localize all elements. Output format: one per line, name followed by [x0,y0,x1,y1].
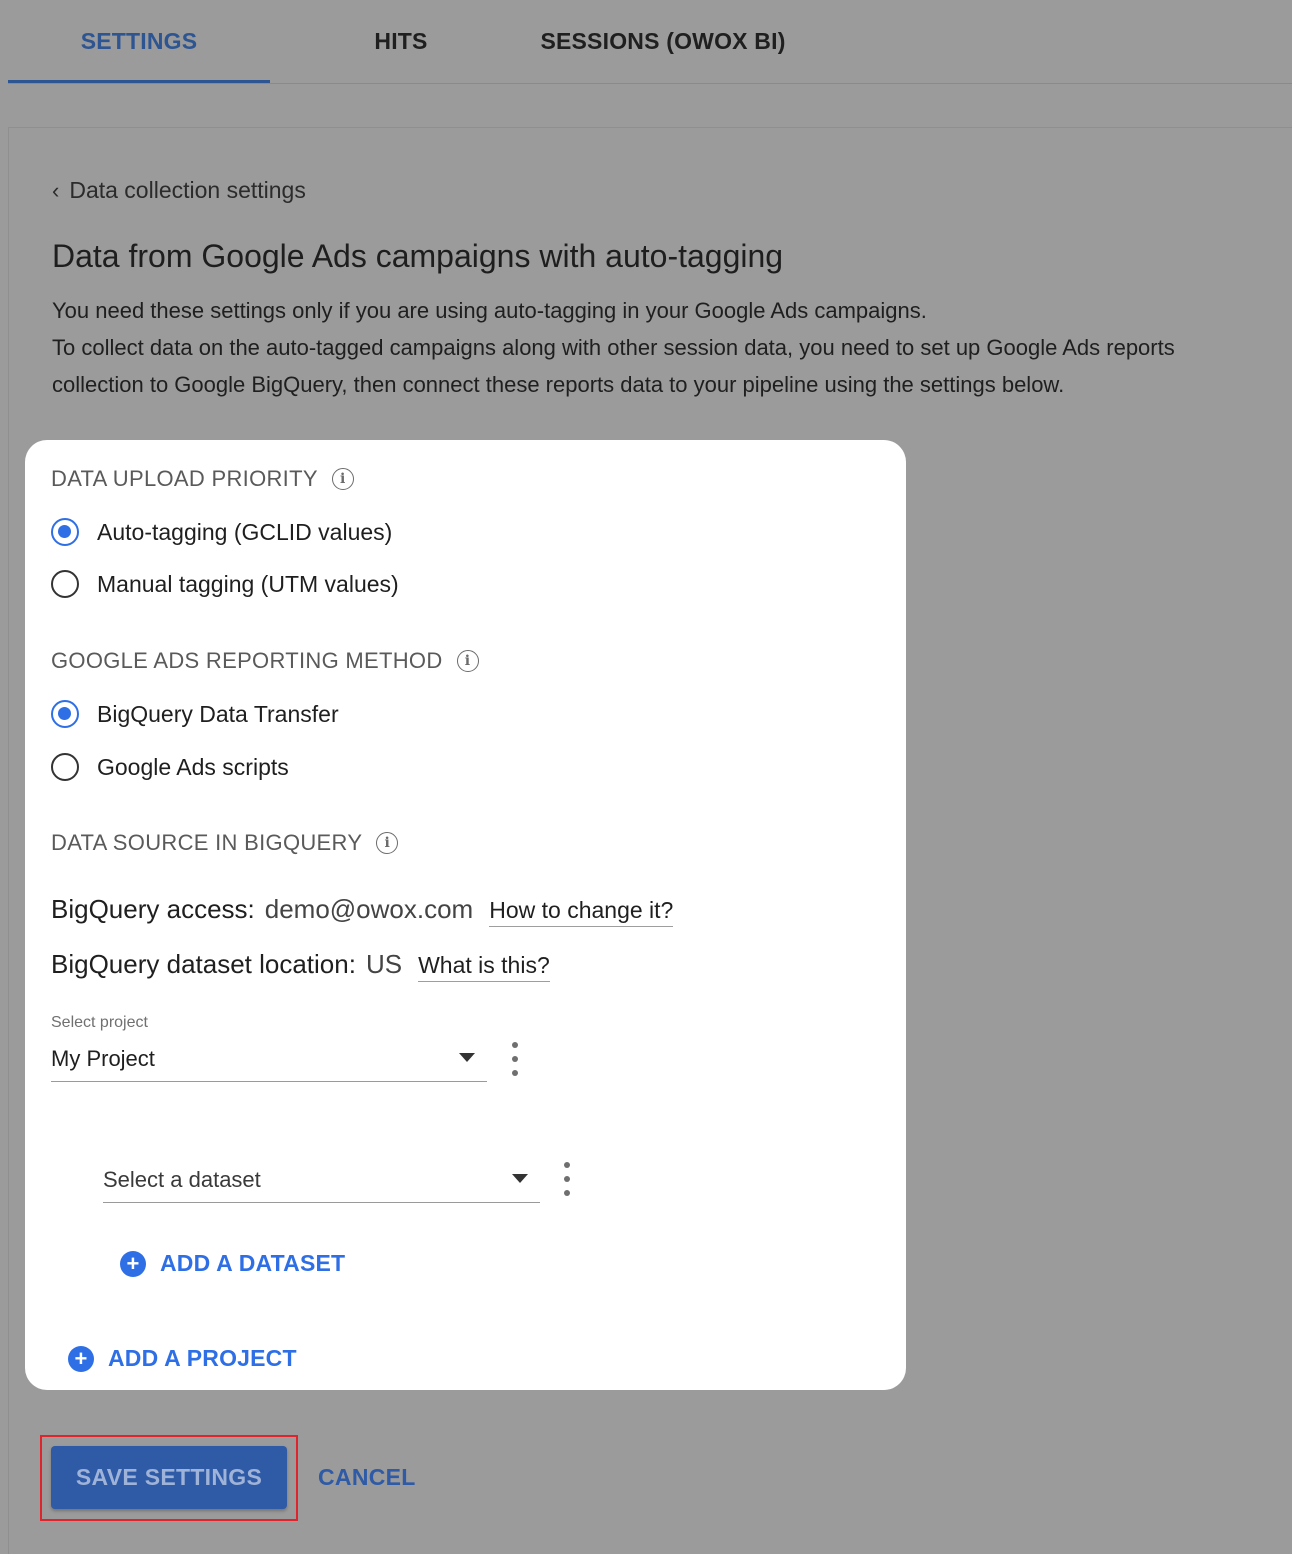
save-settings-button[interactable]: SAVE SETTINGS [51,1446,287,1509]
radio-manual-tagging[interactable]: Manual tagging (UTM values) [51,570,399,598]
project-select-value: My Project [51,1045,155,1071]
description-line-1: You need these settings only if you are … [52,298,927,323]
bigquery-access-value: demo@owox.com [264,894,474,924]
dropdown-arrow-icon [459,1053,475,1062]
dataset-location-value: US [365,949,403,979]
radio-unchecked-icon[interactable] [51,570,79,598]
description-line-2: To collect data on the auto-tagged campa… [52,335,1175,397]
radio-label: Manual tagging (UTM values) [97,570,399,597]
what-is-this-link[interactable]: What is this? [418,952,550,982]
radio-checked-icon[interactable] [51,700,79,728]
tab-sessions[interactable]: SESSIONS (OWOX BI) [532,0,794,82]
cancel-button[interactable]: CANCEL [318,1446,416,1509]
radio-auto-tagging[interactable]: Auto-tagging (GCLID values) [51,518,392,546]
add-project-label: ADD A PROJECT [108,1345,297,1371]
dataset-location-label: BigQuery dataset location: [51,949,356,979]
info-icon[interactable]: i [331,468,354,490]
dataset-select[interactable]: Select a dataset [103,1157,540,1203]
radio-google-ads-scripts[interactable]: Google Ads scripts [51,753,289,781]
radio-label: BigQuery Data Transfer [97,700,339,727]
dataset-select-placeholder: Select a dataset [103,1166,261,1192]
radio-label: Auto-tagging (GCLID values) [97,518,393,545]
settings-card: DATA UPLOAD PRIORITY i Auto-tagging (GCL… [25,440,906,1390]
breadcrumb-label: Data collection settings [69,177,306,203]
section-upload-priority: DATA UPLOAD PRIORITY i [51,466,354,492]
select-project-caption: Select project [51,1014,148,1031]
add-project-button[interactable]: + ADD A PROJECT [68,1345,297,1372]
active-tab-indicator [8,80,270,83]
section-reporting-method: GOOGLE ADS REPORTING METHOD i [51,648,479,674]
bigquery-access-label: BigQuery access: [51,894,255,924]
add-dataset-label: ADD A DATASET [160,1250,346,1276]
how-to-change-link[interactable]: How to change it? [489,897,674,927]
dataset-location-line: BigQuery dataset location: US What is th… [51,949,550,982]
plus-circle-icon: + [120,1250,146,1277]
tab-settings[interactable]: SETTINGS [8,0,270,82]
page-description: You need these settings only if you are … [52,292,1262,403]
project-select[interactable]: My Project [51,1036,487,1082]
section-label-reporting-method: GOOGLE ADS REPORTING METHOD [51,648,443,673]
plus-circle-icon: + [68,1345,94,1372]
project-more-icon[interactable] [509,1042,521,1076]
bigquery-access-line: BigQuery access: demo@owox.com How to ch… [51,894,674,927]
radio-unchecked-icon[interactable] [51,753,79,781]
radio-checked-icon[interactable] [51,518,79,546]
section-data-source: DATA SOURCE IN BIGQUERY i [51,830,399,856]
tab-bar: SETTINGS HITS SESSIONS (OWOX BI) [8,0,1292,84]
section-label-data-source: DATA SOURCE IN BIGQUERY [51,830,363,855]
chevron-left-icon: ‹ [52,177,60,203]
dropdown-arrow-icon [512,1174,528,1183]
info-icon[interactable]: i [376,832,399,854]
dataset-more-icon[interactable] [561,1162,573,1196]
tab-hits[interactable]: HITS [270,0,532,82]
section-label-upload-priority: DATA UPLOAD PRIORITY [51,466,318,491]
radio-bigquery-transfer[interactable]: BigQuery Data Transfer [51,700,339,728]
radio-label: Google Ads scripts [97,753,289,780]
page-title: Data from Google Ads campaigns with auto… [52,238,784,274]
info-icon[interactable]: i [456,650,479,672]
breadcrumb-back[interactable]: ‹ Data collection settings [52,177,306,204]
add-dataset-button[interactable]: + ADD A DATASET [120,1250,345,1277]
